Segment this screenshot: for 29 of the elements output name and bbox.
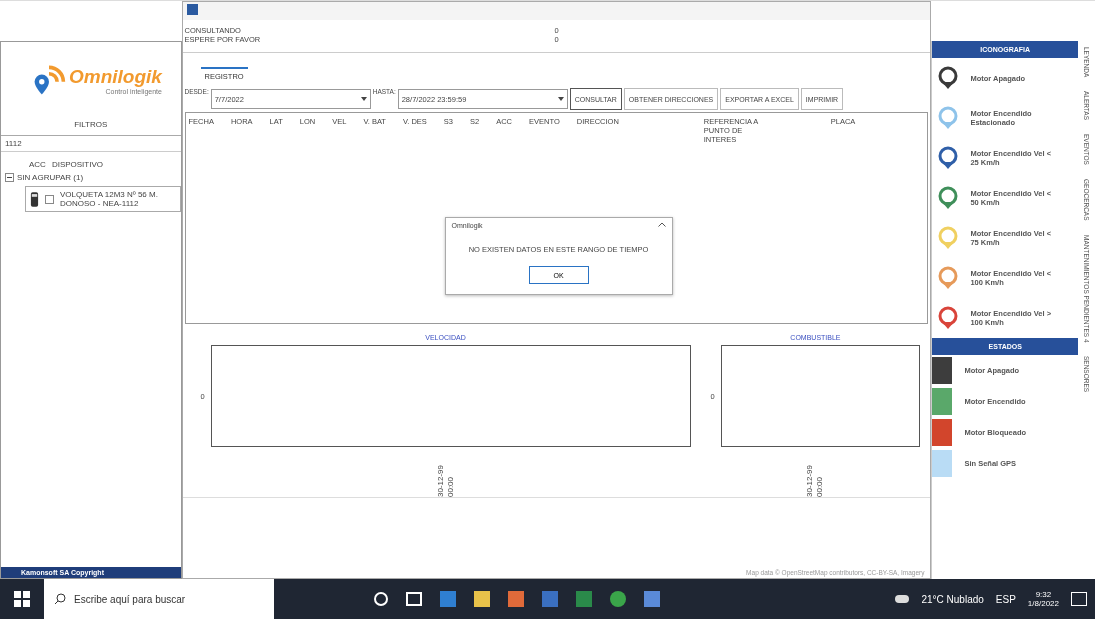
weather-text[interactable]: 21°C Nublado — [921, 593, 984, 605]
group-label[interactable]: SIN AGRUPAR (1) — [17, 173, 84, 182]
app-icon — [186, 4, 198, 15]
start-icon[interactable] — [14, 591, 30, 607]
chevron-icon[interactable] — [657, 222, 666, 227]
expand-toggle[interactable] — [5, 173, 14, 182]
x-tick-label: 30-12-99 00:00 — [805, 463, 826, 497]
app-icon[interactable] — [610, 591, 626, 607]
language-indicator[interactable]: ESP — [995, 593, 1016, 605]
truck-icon — [30, 191, 39, 207]
cloud-icon — [895, 595, 910, 603]
clock-date[interactable]: 1/8/2022 — [1027, 599, 1059, 608]
x-tick-label: 30-12-99 00:00 — [435, 463, 456, 497]
device-row[interactable]: VOLQUETA 12M3 Nº 56 M. DONOSO - NEA-1112 — [25, 186, 181, 212]
checkbox[interactable] — [45, 194, 54, 204]
column-header: ACC — [29, 160, 46, 169]
search-field[interactable]: 1112 — [1, 135, 181, 152]
logo-text: Omnilogik — [69, 65, 162, 88]
notification-icon[interactable] — [1071, 592, 1087, 606]
task-view-icon[interactable] — [406, 592, 422, 606]
filters-label: FILTROS — [73, 119, 109, 131]
cortana-icon[interactable] — [374, 592, 388, 606]
device-name: VOLQUETA 12M3 Nº 56 M. DONOSO - NEA-1112 — [60, 190, 159, 208]
column-header: DISPOSITIVO — [51, 160, 103, 169]
search-icon — [54, 593, 66, 605]
dropdown-icon — [557, 97, 564, 101]
dropdown-icon — [360, 97, 367, 101]
taskbar-search-field[interactable]: Escribe aquí para buscar — [44, 579, 274, 619]
clock-time[interactable]: 9:32 — [1035, 590, 1052, 599]
